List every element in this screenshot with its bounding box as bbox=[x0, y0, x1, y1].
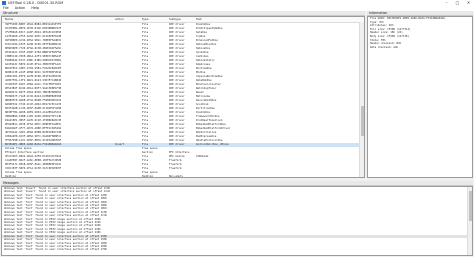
messages-scrollbar[interactable] bbox=[467, 187, 472, 255]
column-type[interactable]: Type bbox=[142, 17, 169, 22]
app-icon bbox=[2, 1, 6, 5]
messages-list[interactable]: Unknown text 'Insert' found in user inte… bbox=[1, 186, 473, 256]
message-line[interactable]: Unknown text 'Text' found in user interf… bbox=[2, 248, 472, 251]
messages-scrollbar-thumb[interactable] bbox=[468, 191, 472, 221]
tree-scrollbar[interactable] bbox=[359, 22, 364, 177]
window-title: UEFITool 0.28.0 - DXE01.30.ROM bbox=[8, 1, 64, 5]
column-subtype[interactable]: Subtype bbox=[169, 17, 196, 22]
column-text[interactable]: Text bbox=[196, 17, 356, 22]
column-name[interactable]: Name bbox=[2, 17, 115, 22]
structure-tree[interactable]: Name Action Type Subtype Text 39FF5380-B… bbox=[1, 16, 365, 178]
message-lines: Unknown text 'Insert' found in user inte… bbox=[2, 187, 472, 252]
tree-scrollbar-thumb[interactable] bbox=[360, 106, 364, 136]
information-lines: File GUID: DDC3EA9E1-4B05-4A66-BA3A-F324… bbox=[368, 17, 472, 49]
information-panel: File GUID: DDC3EA9E1-4B05-4A66-BA3A-F324… bbox=[367, 16, 473, 178]
column-action[interactable]: Action bbox=[115, 17, 142, 22]
info-line: Data checksum: AAh bbox=[370, 45, 399, 49]
tree-rows: 39FF5380-B6B7-4E2A-B6B2-BE63A401E7F0 File… bbox=[2, 23, 364, 177]
